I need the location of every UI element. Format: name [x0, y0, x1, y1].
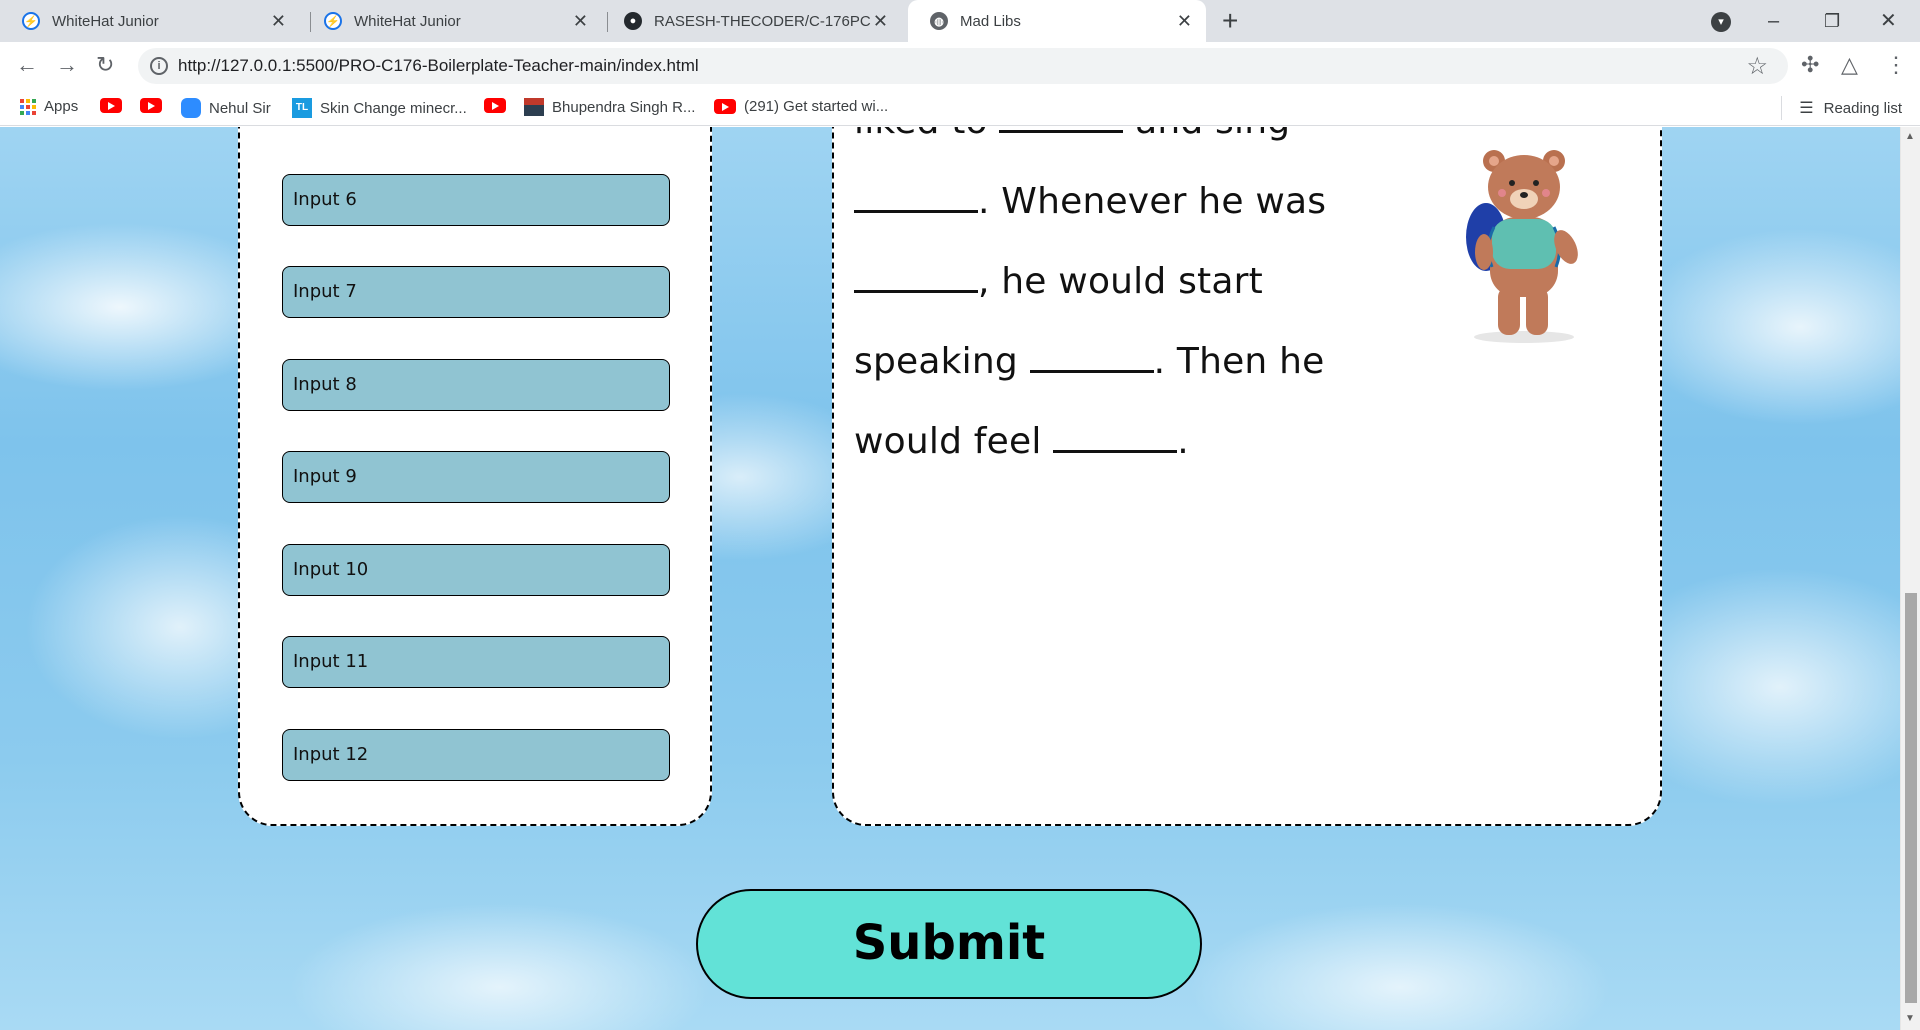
story-panel: liked to and sing . Whenever he was , he… [832, 127, 1662, 826]
bookmark-get-started[interactable]: (291) Get started wi... [714, 98, 888, 115]
youtube-icon [714, 99, 736, 114]
bear-illustration [1466, 150, 1578, 343]
forward-icon[interactable]: → [56, 52, 78, 78]
input-8[interactable]: Input 8 [282, 359, 670, 411]
tl-icon: TL [292, 98, 312, 118]
story-blank [1029, 339, 1154, 373]
bookmark-bhupendra[interactable]: Bhupendra Singh R... [524, 98, 695, 116]
tab-title: RASESH-THECODER/C-176PC [654, 12, 871, 30]
github-icon: ● [624, 12, 642, 30]
tab-title: WhiteHat Junior [354, 12, 461, 30]
bookmark-youtube-3[interactable] [484, 98, 514, 113]
page-viewport: Input 6 Input 7 Input 8 Input 9 Input 10… [0, 127, 1900, 1030]
close-icon[interactable]: ✕ [1177, 12, 1192, 30]
input-12[interactable]: Input 12 [282, 729, 670, 781]
address-bar[interactable]: i http://127.0.0.1:5500/PRO-C176-Boilerp… [138, 48, 1788, 84]
scroll-down-icon[interactable]: ▼ [1905, 1013, 1915, 1024]
bookmarks-divider [1781, 96, 1782, 120]
bookmark-label: Nehul Sir [209, 99, 271, 117]
window-close-icon[interactable]: ✕ [1880, 6, 1897, 36]
drive-icon[interactable]: △ [1841, 52, 1858, 78]
youtube-icon [100, 98, 122, 113]
story-text: and sing [1135, 127, 1290, 142]
close-icon[interactable]: ✕ [873, 12, 888, 30]
bookmark-skin-change[interactable]: TL Skin Change minecr... [292, 98, 467, 118]
input-6[interactable]: Input 6 [282, 174, 670, 226]
inputs-panel: Input 6 Input 7 Input 8 Input 9 Input 10… [238, 127, 712, 826]
story-text: . Then he [1153, 341, 1325, 382]
tab-github[interactable]: ● RASESH-THECODER/C-176PC ✕ [602, 0, 902, 42]
input-11[interactable]: Input 11 [282, 636, 670, 688]
thumbnail-icon [524, 98, 544, 116]
bookmark-nehul-sir[interactable]: Nehul Sir [181, 98, 271, 118]
extensions-icon[interactable]: ✣ [1801, 52, 1819, 78]
story-text: . [1177, 421, 1189, 462]
story-text: speaking [854, 341, 1018, 382]
tab-strip: ⚡ WhiteHat Junior ✕ ⚡ WhiteHat Junior ✕ … [0, 0, 1920, 42]
scroll-up-icon[interactable]: ▲ [1905, 131, 1915, 142]
browser-toolbar: ← → ↻ i http://127.0.0.1:5500/PRO-C176-B… [0, 42, 1920, 90]
close-icon[interactable]: ✕ [573, 12, 588, 30]
story-text: would feel [854, 421, 1042, 462]
reading-list-label: Reading list [1823, 99, 1902, 117]
bookmark-apps[interactable]: Apps [20, 98, 78, 115]
story-text: liked to [854, 127, 988, 142]
bookmark-star-icon[interactable]: ☆ [1746, 52, 1768, 81]
info-icon[interactable]: i [150, 57, 168, 75]
minimize-icon[interactable]: – [1768, 6, 1779, 36]
story-line-2: . Whenever he was [854, 179, 1326, 222]
restore-icon[interactable]: ❐ [1824, 6, 1840, 36]
story-blank [999, 127, 1124, 133]
input-10[interactable]: Input 10 [282, 544, 670, 596]
globe-icon: ◍ [930, 12, 948, 30]
whitehat-icon: ⚡ [22, 12, 40, 30]
apps-grid-icon [20, 98, 36, 115]
reading-list-icon: ☰ [1799, 100, 1814, 117]
submit-button[interactable]: Submit [696, 889, 1202, 999]
whitehat-icon: ⚡ [324, 12, 342, 30]
story-line-1: liked to and sing [854, 127, 1290, 142]
youtube-icon [140, 98, 162, 113]
input-7[interactable]: Input 7 [282, 266, 670, 318]
story-line-4: speaking . Then he [854, 339, 1324, 382]
tab-whitehat-1[interactable]: ⚡ WhiteHat Junior ✕ [0, 0, 300, 42]
tab-whitehat-2[interactable]: ⚡ WhiteHat Junior ✕ [302, 0, 602, 42]
bookmark-label: (291) Get started wi... [744, 98, 889, 115]
url-text[interactable]: http://127.0.0.1:5500/PRO-C176-Boilerpla… [178, 56, 699, 76]
story-line-5: would feel . [854, 419, 1189, 462]
new-tab-button[interactable]: + [1222, 6, 1238, 36]
story-text: , he would start [978, 261, 1263, 302]
page-scrollbar[interactable]: ▲ ▼ [1900, 127, 1920, 1030]
close-icon[interactable]: ✕ [271, 12, 286, 30]
story-line-3: , he would start [854, 259, 1263, 302]
story-blank [854, 179, 978, 213]
scroll-thumb[interactable] [1905, 593, 1917, 1003]
tab-title: WhiteHat Junior [52, 12, 159, 30]
menu-icon[interactable]: ⋮ [1885, 52, 1907, 78]
reload-icon[interactable]: ↻ [96, 52, 114, 78]
input-9[interactable]: Input 9 [282, 451, 670, 503]
zoom-icon [181, 98, 201, 118]
back-icon[interactable]: ← [16, 52, 38, 78]
story-text: . Whenever he was [978, 181, 1327, 222]
tab-mad-libs[interactable]: ◍ Mad Libs ✕ [908, 0, 1206, 42]
story-blank [1053, 419, 1178, 453]
bookmark-youtube-1[interactable] [100, 98, 130, 113]
tab-search-icon[interactable]: ▾ [1711, 12, 1731, 32]
youtube-icon [484, 98, 506, 113]
bookmark-label: Skin Change minecr... [320, 99, 467, 117]
bookmark-youtube-2[interactable] [140, 98, 170, 113]
tab-title: Mad Libs [960, 12, 1021, 30]
bookmark-label: Apps [44, 98, 79, 115]
bookmarks-bar: Apps Nehul Sir TL Skin Change minecr... … [0, 90, 1920, 126]
bookmark-label: Bhupendra Singh R... [552, 98, 696, 116]
story-blank [854, 259, 978, 293]
reading-list-button[interactable]: ☰ Reading list [1799, 98, 1902, 118]
